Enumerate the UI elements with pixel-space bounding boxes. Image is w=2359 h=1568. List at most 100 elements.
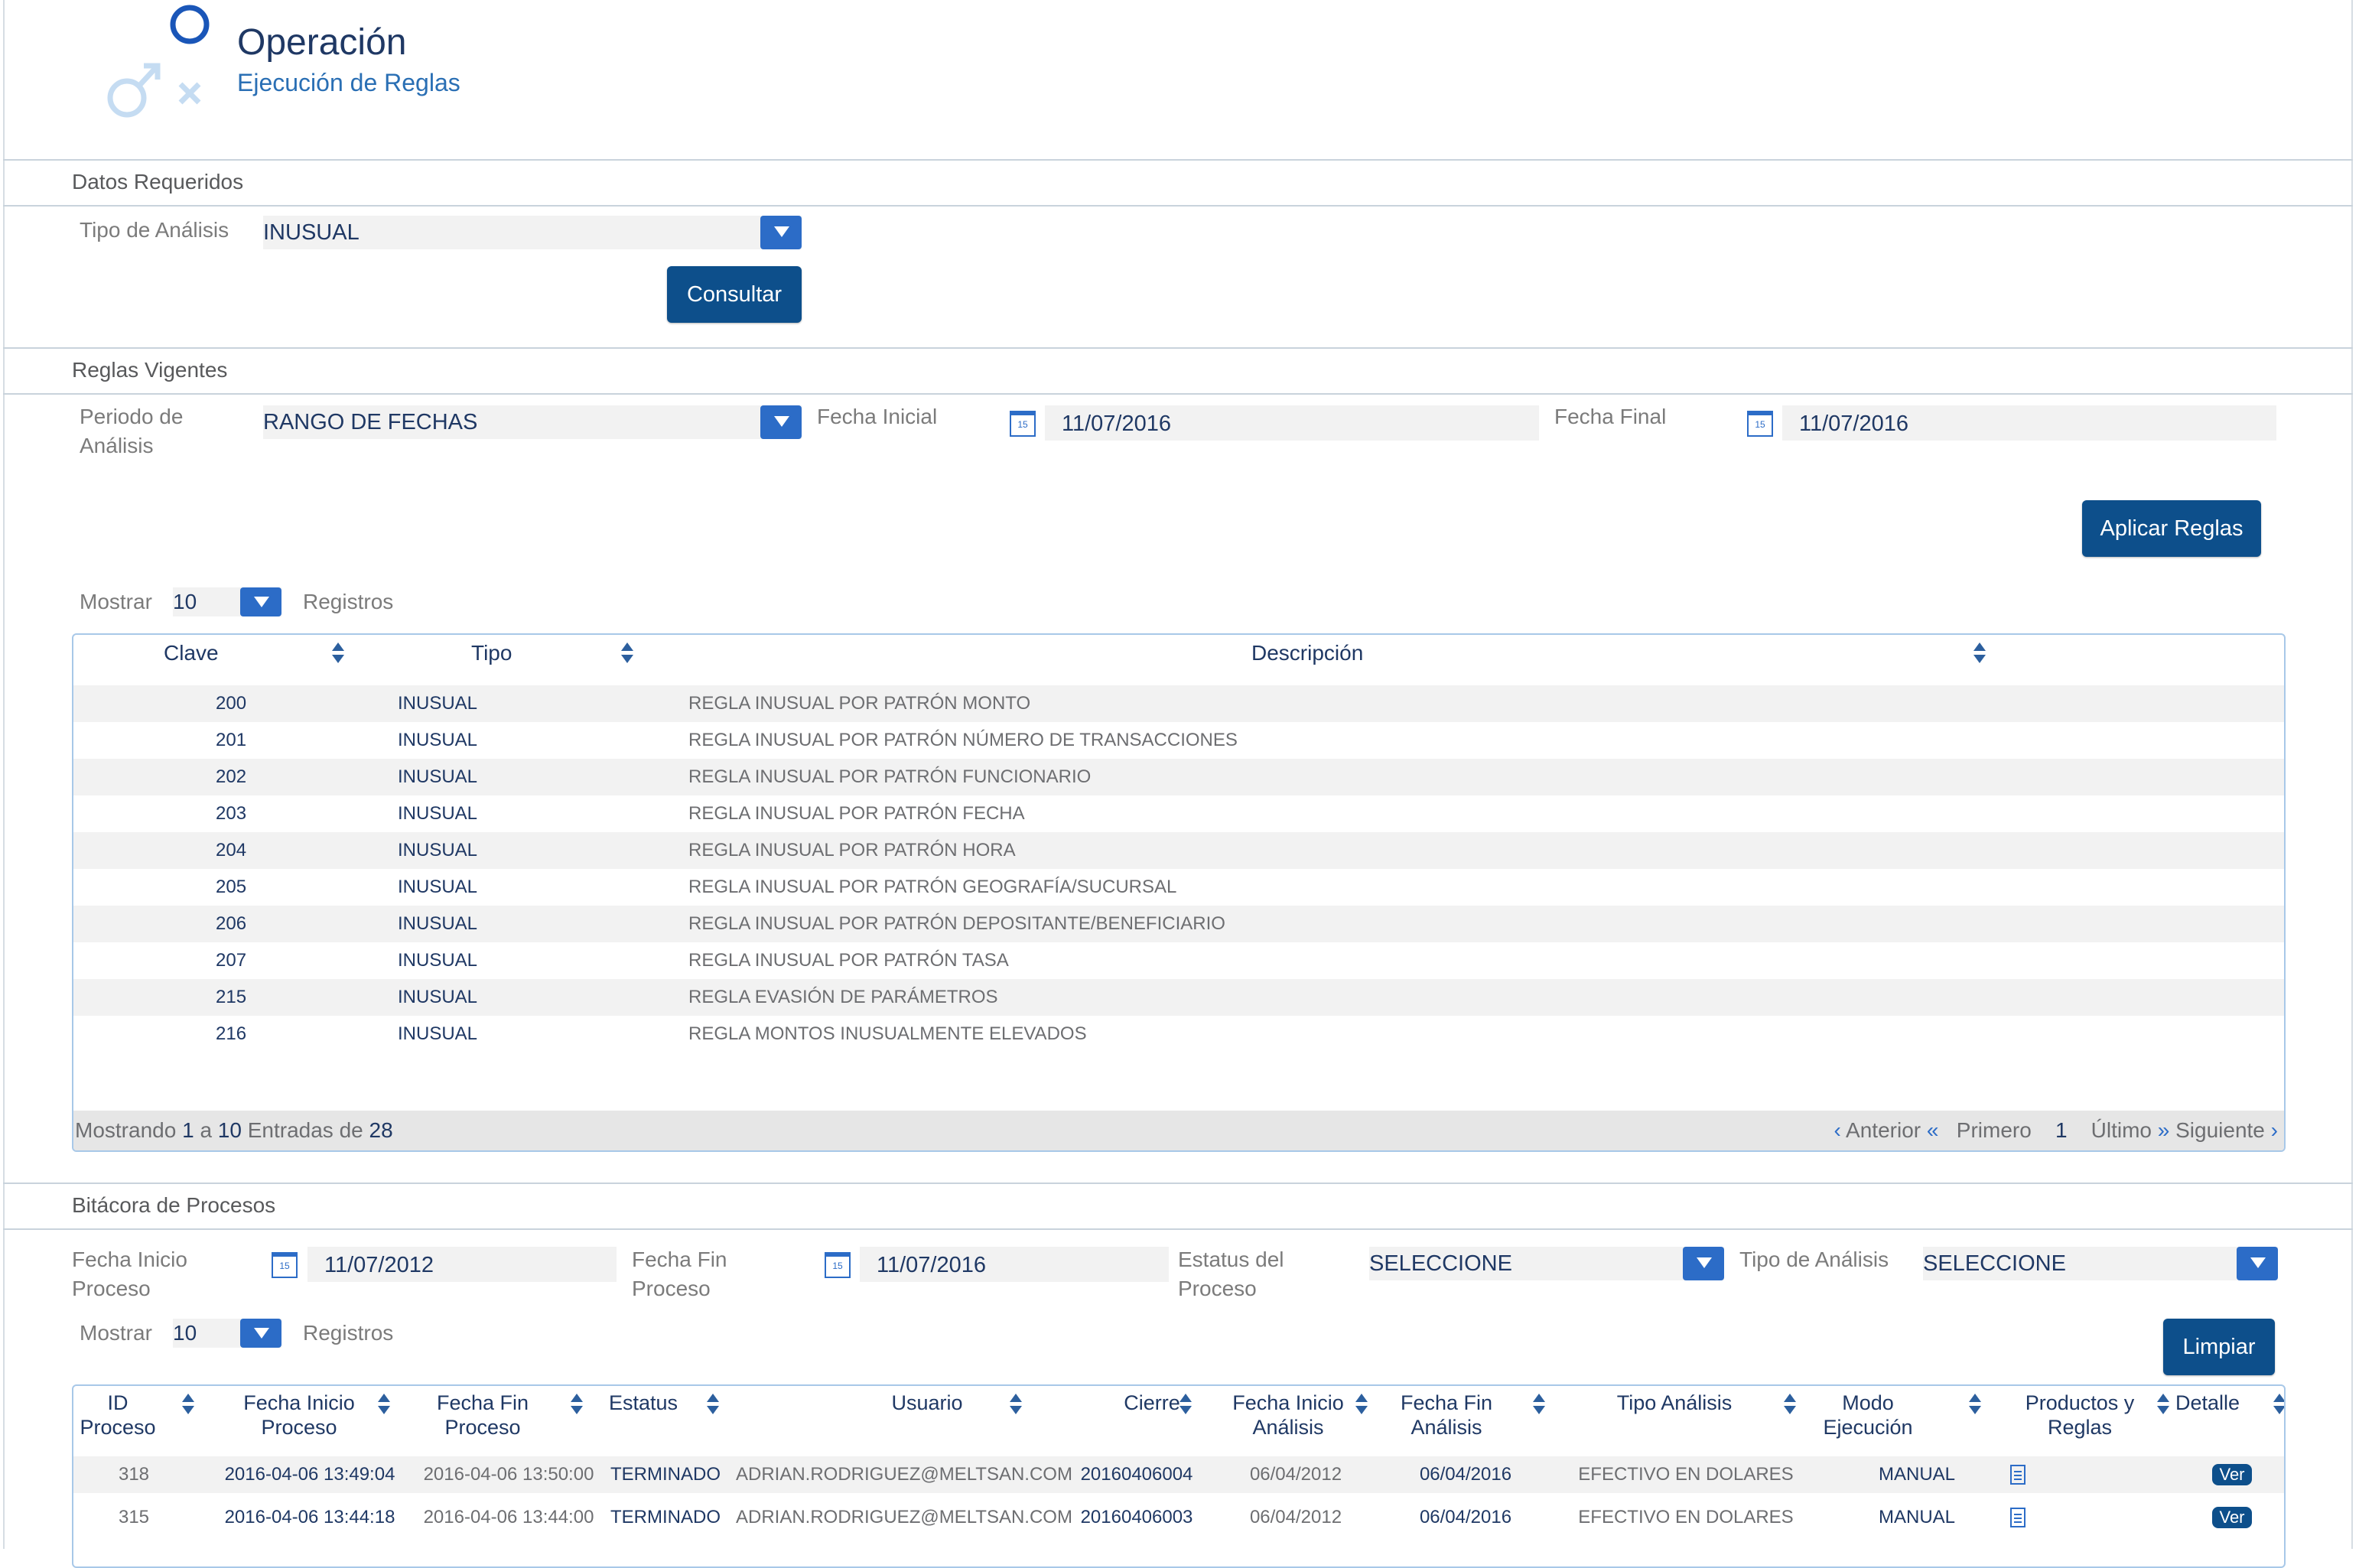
table-row[interactable]: 205 INUSUAL REGLA INUSUAL POR PATRÓN GEOGR… bbox=[73, 869, 2284, 906]
chevron-down-icon[interactable] bbox=[1683, 1247, 1724, 1280]
col-header-tipo[interactable]: Tipo bbox=[471, 641, 512, 665]
cell-clave: 203 bbox=[216, 803, 247, 824]
ver-button[interactable]: Ver bbox=[2212, 1464, 2252, 1485]
sort-icon[interactable] bbox=[571, 1394, 583, 1417]
col-header[interactable]: Fecha Fin Análisis bbox=[1389, 1391, 1504, 1440]
cell-usuario: ADRIAN.RODRIGUEZ@MELTSAN.COM bbox=[736, 1507, 1072, 1527]
table-row[interactable]: 215 INUSUAL REGLA EVASIÓN DE PARÁMETROS bbox=[73, 979, 2284, 1016]
calendar-icon[interactable]: 15 bbox=[1747, 411, 1773, 437]
col-header[interactable]: Fecha Inicio Proceso bbox=[226, 1391, 372, 1440]
table-footer: Mostrando 1 a 10 Entradas de 28 ‹ Anteri… bbox=[73, 1111, 2284, 1150]
col-header[interactable]: Estatus bbox=[609, 1391, 701, 1415]
sort-icon[interactable] bbox=[1969, 1394, 1981, 1417]
sort-icon[interactable] bbox=[332, 642, 344, 665]
table-row[interactable]: 216 INUSUAL REGLA MONTOS INUSUALMENTE ELEV… bbox=[73, 1016, 2284, 1052]
periodo-label: Periodo de Análisis bbox=[80, 405, 184, 457]
double-chevron-right-icon[interactable]: » bbox=[2158, 1118, 2170, 1142]
sort-icon[interactable] bbox=[1973, 642, 1986, 665]
chevron-down-icon[interactable] bbox=[760, 405, 802, 439]
fecha-inicial-input[interactable]: 11/07/2016 bbox=[1045, 405, 1539, 441]
sort-icon[interactable] bbox=[707, 1394, 719, 1417]
section-bar-bitacora: Bitácora de Procesos bbox=[3, 1183, 2353, 1230]
fecha-final-label: Fecha Final bbox=[1554, 405, 1667, 428]
cell-clave: 200 bbox=[216, 693, 247, 714]
table-row[interactable]: 318 2016-04-06 13:49:04 2016-04-06 13:50:0… bbox=[73, 1456, 2284, 1493]
tipo-analisis-bitacora-select[interactable]: SELECCIONE bbox=[1923, 1247, 2278, 1280]
sort-icon[interactable] bbox=[378, 1394, 390, 1417]
cell-clave: 216 bbox=[216, 1023, 247, 1044]
sort-icon[interactable] bbox=[1784, 1394, 1796, 1417]
table-row[interactable]: 200 INUSUAL REGLA INUSUAL POR PATRÓN MONTO bbox=[73, 685, 2284, 722]
col-header[interactable]: Modo Ejecución bbox=[1799, 1391, 1937, 1440]
mostrar-select[interactable]: 10 bbox=[173, 1319, 281, 1348]
col-header[interactable]: Detalle bbox=[2175, 1391, 2260, 1415]
sort-icon[interactable] bbox=[1010, 1394, 1022, 1417]
table-row[interactable]: 201 INUSUAL REGLA INUSUAL POR PATRÓN NÚMER… bbox=[73, 722, 2284, 759]
cell-estatus: TERMINADO bbox=[610, 1507, 721, 1527]
fecha-fin-proceso-input[interactable]: 11/07/2016 bbox=[860, 1247, 1169, 1282]
section-title: Datos Requeridos bbox=[72, 170, 244, 194]
sort-icon[interactable] bbox=[1533, 1394, 1545, 1417]
primero-link[interactable]: Primero bbox=[1957, 1118, 2032, 1142]
siguiente-link[interactable]: Siguiente bbox=[2175, 1118, 2265, 1142]
col-header[interactable]: Tipo Análisis bbox=[1571, 1391, 1778, 1415]
sort-icon[interactable] bbox=[182, 1394, 194, 1417]
estatus-proceso-select[interactable]: SELECCIONE bbox=[1369, 1247, 1724, 1280]
chevron-down-icon[interactable] bbox=[2237, 1247, 2278, 1280]
tipo-analisis-bitacora-value: SELECCIONE bbox=[1923, 1251, 2066, 1276]
cell-fin_analisis: 06/04/2016 bbox=[1419, 1464, 1512, 1485]
cell-cierre: 20160406003 bbox=[1080, 1507, 1193, 1527]
table-row[interactable]: 315 2016-04-06 13:44:18 2016-04-06 13:44:0… bbox=[73, 1499, 2284, 1536]
col-header[interactable]: Productos y Reglas bbox=[2007, 1391, 2152, 1440]
sort-icon[interactable] bbox=[2273, 1394, 2284, 1417]
fecha-final-input[interactable]: 11/07/2016 bbox=[1782, 405, 2276, 441]
chevron-down-icon[interactable] bbox=[240, 1319, 281, 1348]
chevron-right-icon[interactable]: › bbox=[2271, 1118, 2278, 1142]
col-header[interactable]: Usuario bbox=[766, 1391, 1088, 1415]
document-icon[interactable] bbox=[2010, 1465, 2025, 1485]
table-row[interactable]: 202 INUSUAL REGLA INUSUAL POR PATRÓN FUNCI… bbox=[73, 759, 2284, 795]
sort-icon[interactable] bbox=[621, 642, 633, 665]
tipo-analisis-value: INUSUAL bbox=[263, 220, 360, 245]
table-row[interactable]: 207 INUSUAL REGLA INUSUAL POR PATRÓN TASA bbox=[73, 942, 2284, 979]
cell-fin: 2016-04-06 13:50:00 bbox=[423, 1464, 594, 1485]
sort-icon[interactable] bbox=[1180, 1394, 1192, 1417]
mostrar-select[interactable]: 10 bbox=[173, 587, 281, 616]
chevron-down-icon[interactable] bbox=[760, 216, 802, 249]
periodo-select[interactable]: RANGO DE FECHAS bbox=[263, 405, 802, 439]
calendar-icon[interactable]: 15 bbox=[825, 1252, 851, 1278]
col-header[interactable]: Fecha Inicio Análisis bbox=[1206, 1391, 1371, 1440]
col-header-descripcion[interactable]: Descripción bbox=[1251, 641, 1363, 665]
cell-inicio_analisis: 06/04/2012 bbox=[1249, 1464, 1342, 1485]
aplicar-reglas-button[interactable]: Aplicar Reglas bbox=[2082, 500, 2261, 557]
anterior-link[interactable]: Anterior bbox=[1846, 1118, 1921, 1142]
page-number[interactable]: 1 bbox=[2055, 1118, 2068, 1142]
fecha-fin-proceso-label: Fecha Fin Proceso bbox=[632, 1248, 727, 1300]
cell-inicio: 2016-04-06 13:49:04 bbox=[224, 1464, 395, 1485]
tipo-analisis-bitacora-label: Tipo de Análisis bbox=[1739, 1248, 1889, 1271]
double-chevron-left-icon[interactable]: « bbox=[1927, 1118, 1939, 1142]
table-row[interactable]: 206 INUSUAL REGLA INUSUAL POR PATRÓN DEPOS… bbox=[73, 906, 2284, 942]
chevron-left-icon[interactable]: ‹ bbox=[1834, 1118, 1840, 1142]
table-row[interactable]: 204 INUSUAL REGLA INUSUAL POR PATRÓN HORA bbox=[73, 832, 2284, 869]
col-header[interactable]: ID Proceso bbox=[76, 1391, 159, 1440]
calendar-icon[interactable]: 15 bbox=[272, 1252, 298, 1278]
cell-tipo: INUSUAL bbox=[398, 840, 478, 860]
table-row[interactable]: 203 INUSUAL REGLA INUSUAL POR PATRÓN FECHA bbox=[73, 795, 2284, 832]
sort-icon[interactable] bbox=[1355, 1394, 1368, 1417]
calendar-icon[interactable]: 15 bbox=[1010, 411, 1036, 437]
cell-clave: 206 bbox=[216, 913, 247, 934]
entries-a: a bbox=[200, 1118, 213, 1142]
chevron-down-icon[interactable] bbox=[240, 587, 281, 616]
ultimo-link[interactable]: Último bbox=[2091, 1118, 2152, 1142]
ver-button[interactable]: Ver bbox=[2212, 1507, 2252, 1528]
consultar-button[interactable]: Consultar bbox=[667, 266, 802, 323]
fecha-inicio-proceso-input[interactable]: 11/07/2012 bbox=[307, 1247, 617, 1282]
sort-icon[interactable] bbox=[2157, 1394, 2169, 1417]
col-header[interactable]: Fecha Fin Proceso bbox=[425, 1391, 540, 1440]
limpiar-button[interactable]: Limpiar bbox=[2163, 1319, 2275, 1375]
document-icon[interactable] bbox=[2010, 1508, 2025, 1527]
cell-clave: 201 bbox=[216, 730, 247, 750]
col-header-clave[interactable]: Clave bbox=[164, 641, 219, 665]
tipo-analisis-select[interactable]: INUSUAL bbox=[263, 216, 802, 249]
